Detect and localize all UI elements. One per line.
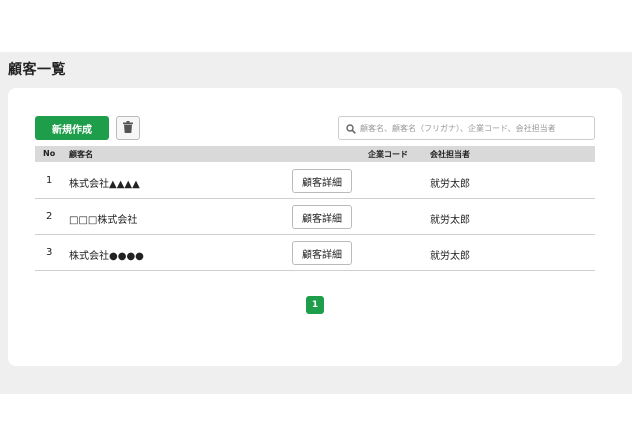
row-number: 1 <box>46 175 53 186</box>
table-row: 3 株式会社●●●● 顧客詳細 就労太郎 <box>35 235 595 271</box>
customer-name: 株式会社▲▲▲▲ <box>69 179 140 190</box>
table-header: No 顧客名 企業コード 会社担当者 <box>35 146 595 162</box>
col-header-staff: 会社担当者 <box>430 150 470 159</box>
col-header-no: No <box>43 149 56 158</box>
customer-name: □□□株式会社 <box>69 215 138 226</box>
col-header-company-code: 企業コード <box>368 150 408 159</box>
customer-detail-button[interactable]: 顧客詳細 <box>292 241 352 265</box>
table-row: 1 株式会社▲▲▲▲ 顧客詳細 就労太郎 <box>35 163 595 199</box>
new-customer-button[interactable]: 新規作成 <box>35 116 109 140</box>
top-margin <box>0 0 632 52</box>
trash-icon <box>123 120 133 136</box>
company-staff: 就労太郎 <box>430 179 470 190</box>
row-number: 3 <box>46 247 53 258</box>
company-staff: 就労太郎 <box>430 215 470 226</box>
customer-detail-button[interactable]: 顧客詳細 <box>292 205 352 229</box>
customer-detail-button[interactable]: 顧客詳細 <box>292 169 352 193</box>
search-icon <box>346 119 356 138</box>
company-staff: 就労太郎 <box>430 251 470 262</box>
search-input[interactable] <box>360 123 594 133</box>
search-field[interactable] <box>338 116 595 140</box>
row-number: 2 <box>46 211 53 222</box>
customer-name: 株式会社●●●● <box>69 251 144 262</box>
delete-button[interactable] <box>116 116 140 140</box>
page-1-button[interactable]: 1 <box>306 296 324 314</box>
col-header-name: 顧客名 <box>69 150 93 159</box>
table-row: 2 □□□株式会社 顧客詳細 就労太郎 <box>35 199 595 235</box>
page-title: 顧客一覧 <box>8 62 66 78</box>
bottom-margin <box>0 394 632 444</box>
